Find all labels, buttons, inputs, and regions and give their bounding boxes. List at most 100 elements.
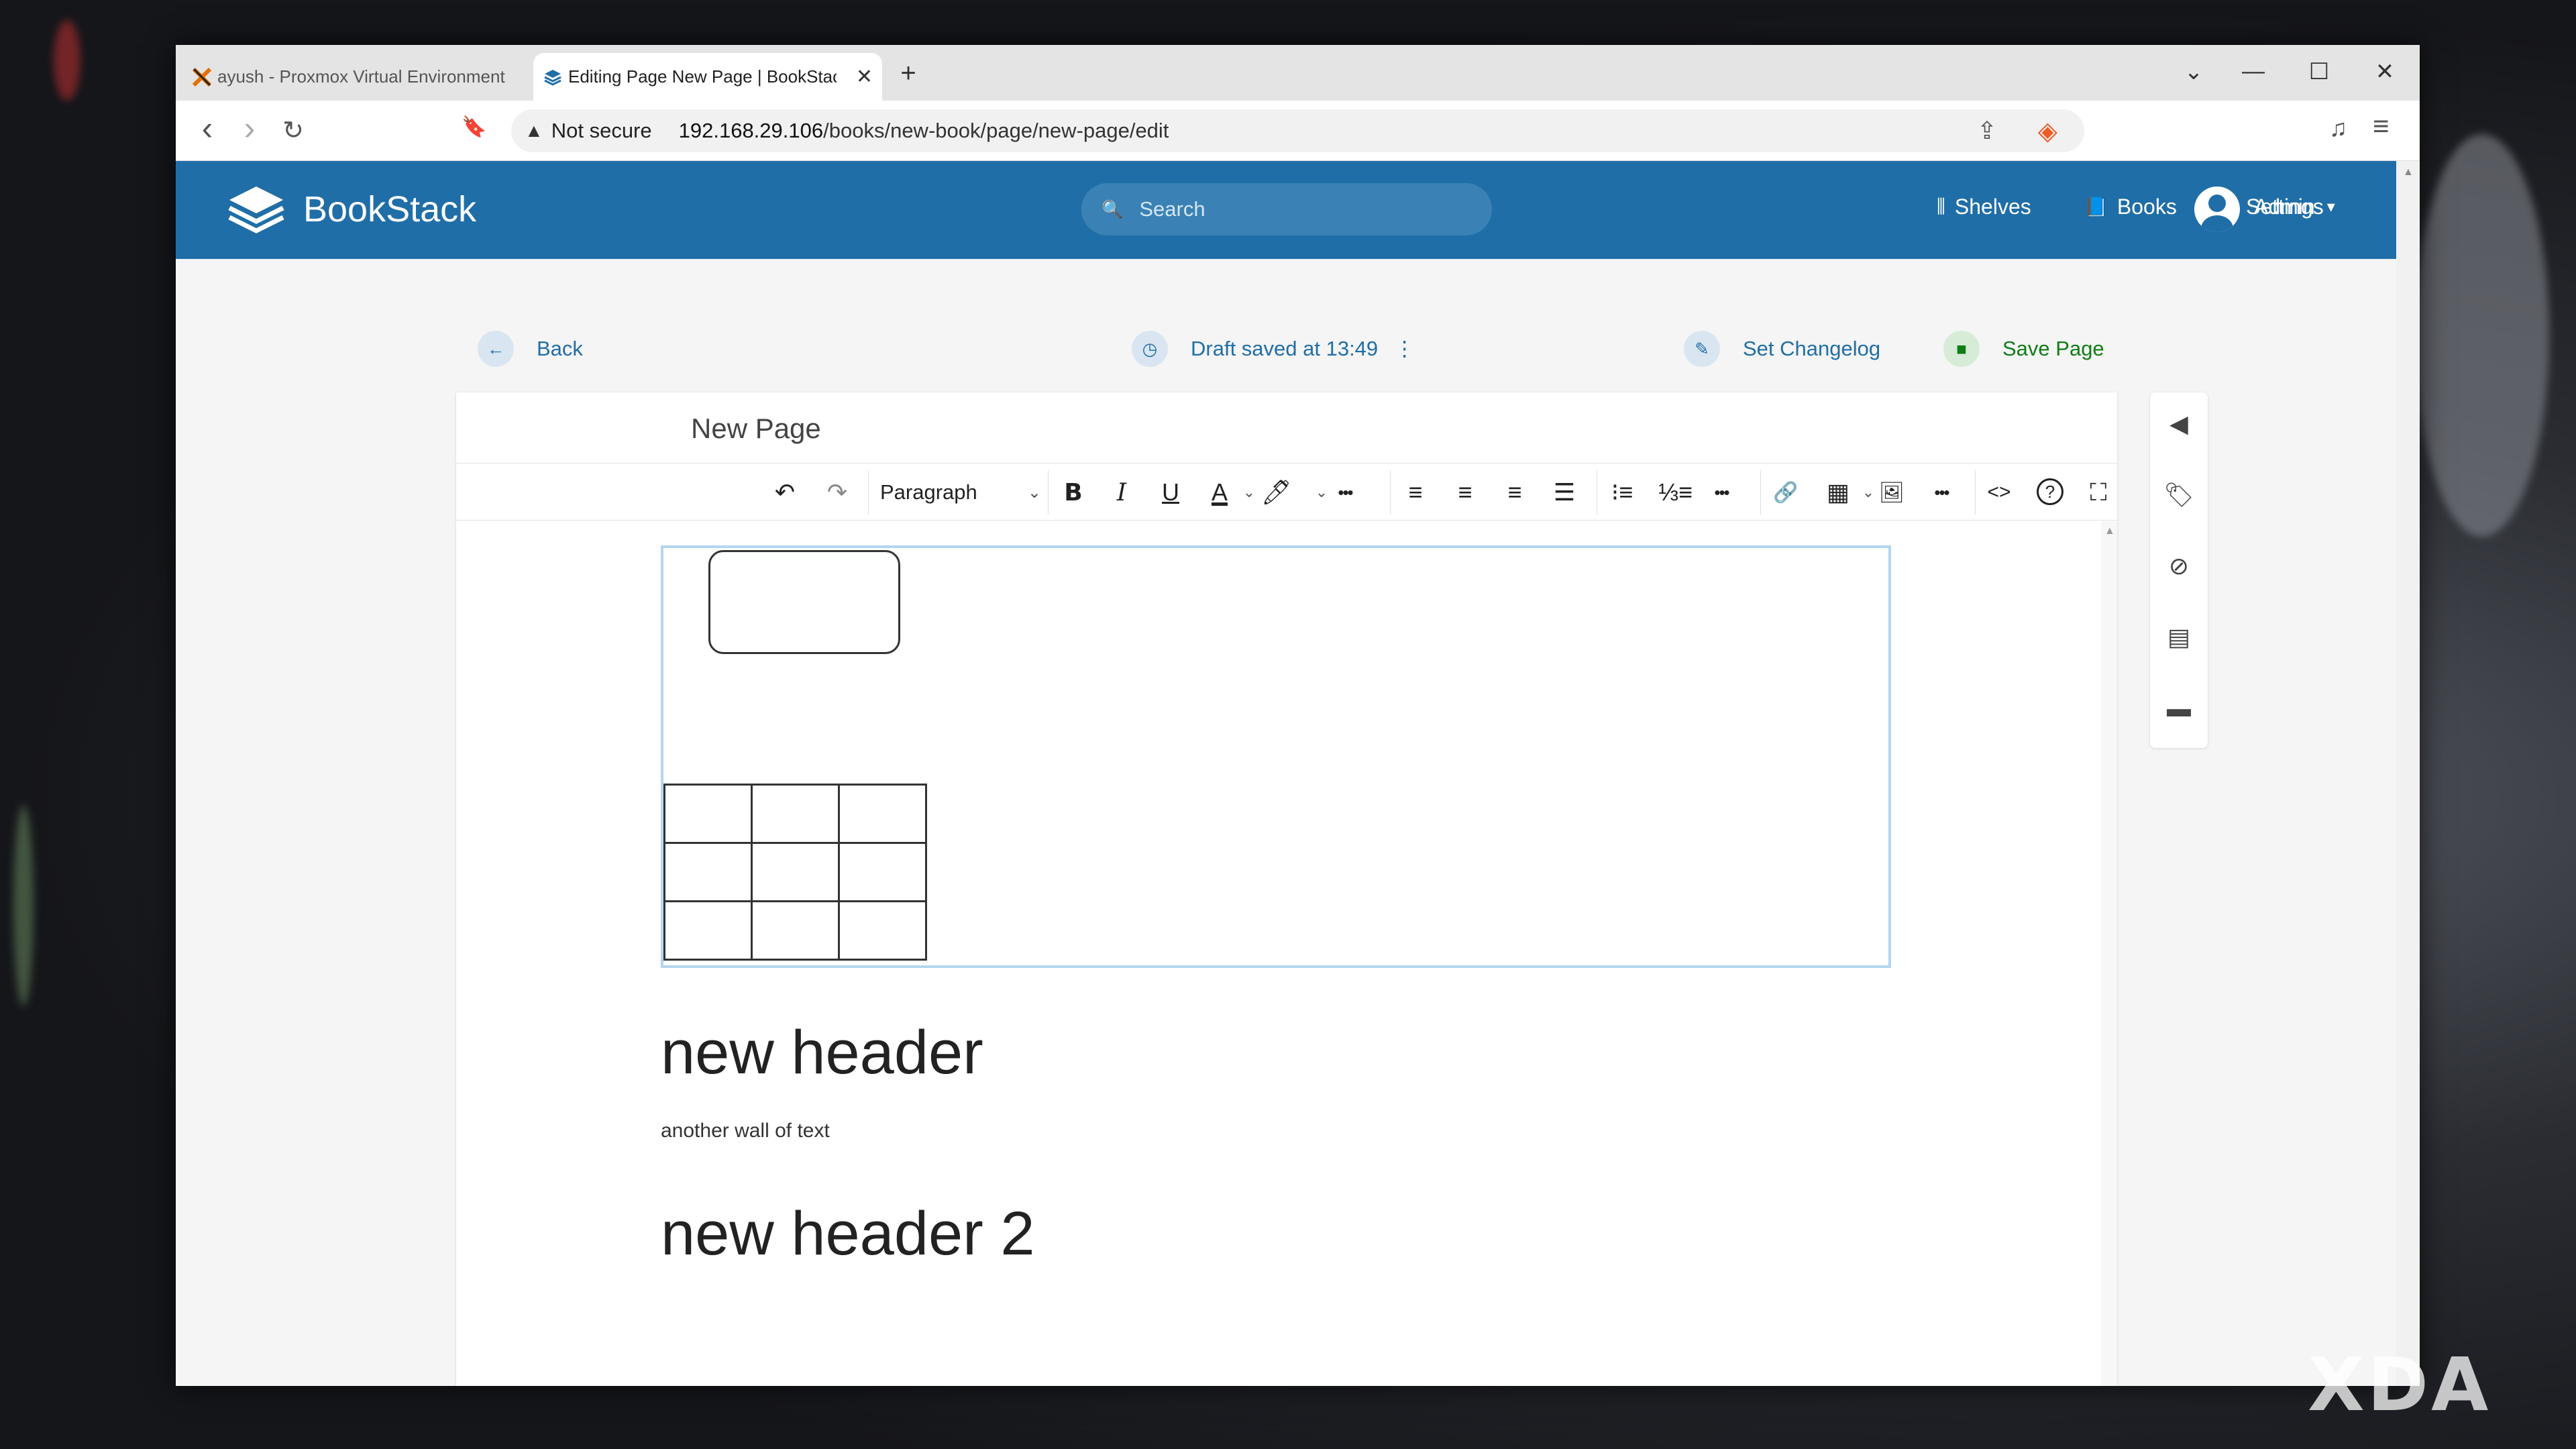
- bold-button[interactable]: B: [1060, 476, 1087, 509]
- brand-logo[interactable]: BookStack: [224, 181, 476, 237]
- new-tab-button[interactable]: +: [888, 58, 928, 89]
- chevron-down-icon[interactable]: ⌄: [1236, 476, 1263, 509]
- table-icon[interactable]: ▦: [1825, 476, 1851, 509]
- fullscreen-icon[interactable]: ⛶: [2085, 476, 2112, 509]
- align-center-icon[interactable]: ≡: [1452, 476, 1479, 509]
- avatar[interactable]: [2194, 186, 2240, 232]
- media-icon[interactable]: ♫: [2329, 114, 2347, 142]
- tab-strip: ayush - Proxmox Virtual Environment Edit…: [176, 45, 2420, 101]
- page-title-input[interactable]: New Page: [691, 413, 821, 445]
- back-button[interactable]: ← Back: [478, 331, 583, 367]
- shelves-icon: ⫼: [1937, 196, 1945, 217]
- attachment-icon[interactable]: ⊘: [2150, 552, 2208, 580]
- url-bar[interactable]: ▲ Not secure 192.168.29.106/books/new-bo…: [511, 109, 2084, 152]
- page-editor: New Page ↶ ↷ Paragraph ⌄ B I U A ⌄ 🖊 ⌄ •…: [456, 392, 2117, 1386]
- security-status: Not secure: [551, 119, 652, 142]
- align-justify-icon[interactable]: ☰: [1551, 476, 1578, 509]
- underline-button[interactable]: U: [1157, 476, 1184, 509]
- back-nav-icon[interactable]: ‹: [191, 109, 224, 148]
- chevron-down-icon[interactable]: ⌄: [1308, 476, 1335, 509]
- templates-icon[interactable]: ▤: [2150, 623, 2208, 651]
- close-window-button[interactable]: ✕: [2365, 58, 2405, 85]
- tab-proxmox[interactable]: ayush - Proxmox Virtual Environment: [182, 53, 545, 101]
- user-menu[interactable]: Admin ▾: [2254, 195, 2335, 219]
- italic-button[interactable]: I: [1108, 476, 1135, 509]
- align-left-icon[interactable]: ≡: [1402, 476, 1429, 509]
- editor-sidebar: ◀ 🏷 ⊘ ▤ ▬: [2150, 392, 2208, 748]
- book-icon: 📘: [2084, 197, 2108, 217]
- content-heading: new header 2: [661, 1199, 1035, 1268]
- redo-icon[interactable]: ↷: [824, 476, 851, 509]
- editor-content[interactable]: new header another wall of text new head…: [456, 521, 2101, 1386]
- search-placeholder: Search: [1139, 197, 1205, 221]
- more-formatting-icon[interactable]: •••: [1332, 476, 1358, 509]
- bookstack-app: BookStack 🔍 Search ⫼Shelves 📘Books ⚙Sett…: [176, 161, 2396, 1386]
- menu-icon[interactable]: ≡: [2373, 110, 2390, 142]
- search-input[interactable]: 🔍 Search: [1081, 183, 1492, 235]
- text-color-icon[interactable]: A: [1206, 476, 1233, 509]
- warning-icon: ▲: [525, 120, 543, 141]
- nav-books[interactable]: 📘 Books: [2084, 195, 2177, 219]
- drawing-block[interactable]: [661, 545, 1891, 968]
- caret-down-icon: ▾: [2326, 198, 2335, 216]
- drawing-grid: [663, 784, 927, 961]
- more-insert-icon[interactable]: •••: [1928, 476, 1955, 509]
- bullet-list-icon[interactable]: ⁝≡: [1609, 476, 1635, 509]
- more-list-icon[interactable]: •••: [1708, 476, 1735, 509]
- align-right-icon[interactable]: ≡: [1501, 476, 1528, 509]
- close-tab-icon[interactable]: ✕: [856, 65, 873, 89]
- comment-icon[interactable]: ▬: [2150, 694, 2208, 722]
- content-heading: new header: [661, 1018, 983, 1087]
- maximize-button[interactable]: ☐: [2299, 58, 2339, 85]
- nav-shelves[interactable]: ⫼ Shelves: [1937, 195, 2031, 219]
- search-icon: 🔍: [1102, 199, 1124, 219]
- set-changelog-button[interactable]: ✎ Set Changelog: [1684, 331, 1880, 367]
- drawing-rounded-rectangle: [708, 550, 900, 654]
- code-icon[interactable]: <>: [1986, 476, 2012, 509]
- link-icon[interactable]: 🔗: [1772, 476, 1799, 509]
- tab-label: Editing Page New Page | BookStack: [568, 66, 837, 87]
- address-bar: ‹ › ↻ 🔖 ▲ Not secure 192.168.29.106/book…: [176, 101, 2420, 161]
- scroll-up-icon[interactable]: ▲: [2403, 166, 2414, 178]
- browser-window: ayush - Proxmox Virtual Environment Edit…: [176, 45, 2420, 1386]
- undo-icon[interactable]: ↶: [771, 476, 798, 509]
- chevron-down-icon: ⌄: [1027, 483, 1041, 502]
- minimize-button[interactable]: —: [2233, 58, 2273, 85]
- bg-decoration: [13, 805, 34, 1006]
- clock-icon: ◷: [1132, 331, 1168, 367]
- editor-toolbar: ↶ ↷ Paragraph ⌄ B I U A ⌄ 🖊 ⌄ ••• ≡ ≡ ≡ …: [456, 463, 2117, 521]
- help-icon[interactable]: ?: [2037, 478, 2063, 505]
- image-icon[interactable]: 🖼: [1878, 476, 1905, 509]
- draft-menu-icon[interactable]: ⋮: [1394, 337, 1415, 361]
- format-select[interactable]: Paragraph ⌄: [880, 476, 1046, 509]
- numbered-list-icon[interactable]: ⅓≡: [1658, 476, 1693, 509]
- brand-name: BookStack: [303, 189, 477, 229]
- page-scrollbar[interactable]: ▲: [2396, 161, 2420, 1386]
- proxmox-icon: [191, 66, 213, 89]
- app-header: BookStack 🔍 Search ⫼Shelves 📘Books ⚙Sett…: [176, 161, 2396, 259]
- tab-bookstack[interactable]: Editing Page New Page | BookStack ✕: [533, 53, 882, 101]
- save-page-button[interactable]: ■ Save Page: [1943, 331, 2104, 367]
- brave-shield-icon[interactable]: ◈: [2038, 116, 2057, 146]
- bookstack-icon: [541, 66, 564, 89]
- arrow-left-icon: ←: [478, 331, 514, 367]
- chevron-down-icon[interactable]: ⌄: [1855, 476, 1882, 509]
- highlight-icon[interactable]: 🖊: [1261, 476, 1292, 509]
- bg-decoration: [2415, 134, 2549, 537]
- scroll-up-icon[interactable]: ▲: [2104, 525, 2115, 537]
- share-icon[interactable]: ⇪: [1977, 117, 1997, 145]
- bookmark-icon[interactable]: 🔖: [458, 115, 491, 139]
- tab-label: ayush - Proxmox Virtual Environment: [217, 66, 505, 87]
- content-paragraph: another wall of text: [661, 1120, 830, 1142]
- forward-nav-icon[interactable]: ›: [233, 109, 266, 148]
- bg-decoration: [54, 20, 80, 101]
- draft-status[interactable]: ◷ Draft saved at 13:49 ⋮: [1132, 331, 1415, 367]
- tag-icon[interactable]: 🏷: [2150, 481, 2208, 509]
- editor-scrollbar[interactable]: ▲ ▼: [2101, 521, 2117, 1386]
- xda-watermark: XDA: [2308, 1342, 2491, 1428]
- collapse-left-icon[interactable]: ◀: [2150, 410, 2208, 438]
- reload-icon[interactable]: ↻: [276, 115, 310, 146]
- tab-list-button[interactable]: ⌄: [2174, 58, 2214, 85]
- bookstack-logo-icon: [228, 186, 284, 233]
- pencil-icon: ✎: [1684, 331, 1720, 367]
